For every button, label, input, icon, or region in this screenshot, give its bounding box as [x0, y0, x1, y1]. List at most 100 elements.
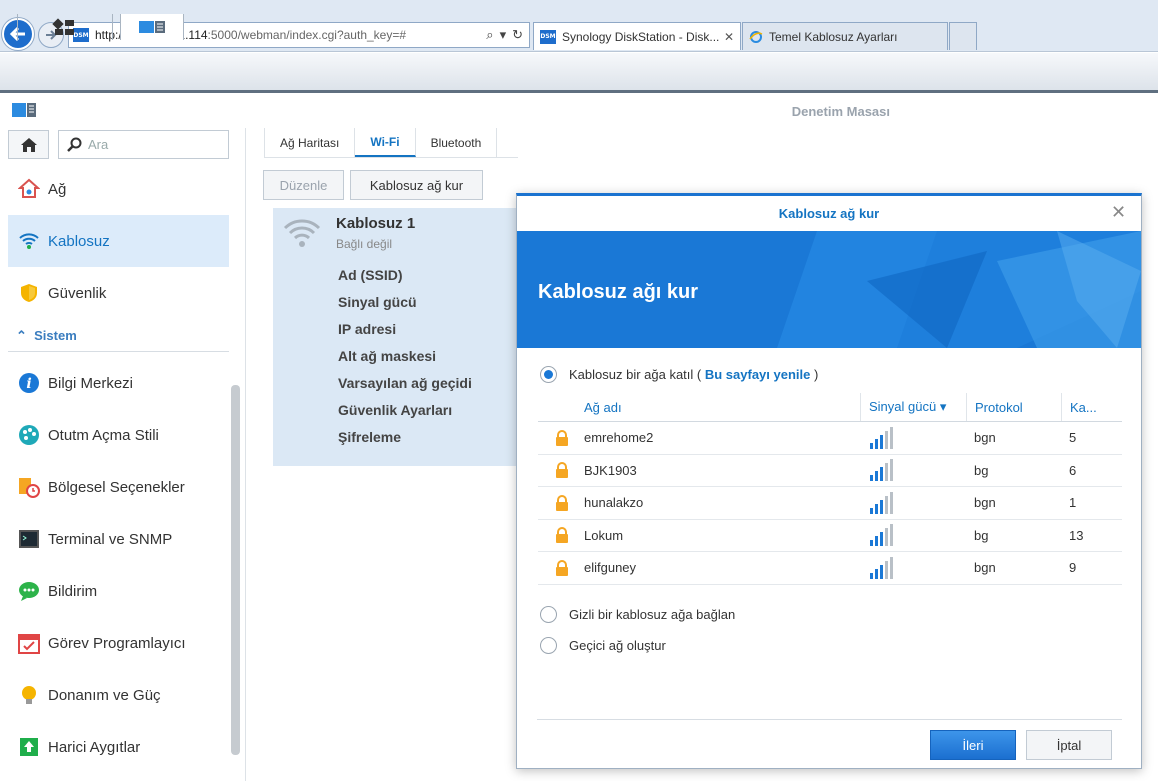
- table-row[interactable]: elifguney bgn 9: [538, 552, 1122, 585]
- signal-bar: [890, 524, 893, 547]
- sidebar-item-label: Terminal ve SNMP: [48, 530, 173, 548]
- sidebar-item-label: Güvenlik: [48, 284, 107, 302]
- next-button[interactable]: İleri: [930, 730, 1016, 760]
- tab-wifi[interactable]: Wi-Fi: [355, 128, 416, 157]
- home-button[interactable]: [8, 130, 49, 159]
- signal-bar: [880, 467, 883, 482]
- lightbulb-icon: [18, 684, 40, 706]
- field-label-security: Güvenlik Ayarları: [338, 402, 453, 418]
- sidebar-item-label: Bölgesel Seçenekler: [48, 478, 185, 496]
- table-row[interactable]: emrehome2 bgn 5: [538, 422, 1122, 455]
- section-label: Sistem: [34, 328, 77, 343]
- sidebar-item-terminal[interactable]: Terminal ve SNMP: [8, 513, 229, 565]
- section-divider: [8, 351, 229, 352]
- refresh-icon[interactable]: ↻: [512, 27, 523, 43]
- sidebar-item-wireless[interactable]: Kablosuz: [8, 215, 229, 267]
- table-row[interactable]: Lokum bg 13: [538, 520, 1122, 552]
- browser-tab-wireless[interactable]: Temel Kablosuz Ayarları: [742, 22, 948, 50]
- signal-bar: [885, 430, 888, 449]
- network-channel: 6: [1069, 462, 1077, 478]
- sidebar-item-info-center[interactable]: i Bilgi Merkezi: [8, 357, 229, 409]
- cancel-button[interactable]: İptal: [1026, 730, 1112, 760]
- sidebar-item-theme[interactable]: Otutm Açma Stili: [8, 409, 229, 461]
- network-name: Lokum: [584, 527, 624, 543]
- column-header-signal[interactable]: Sinyal gücü ▾: [860, 393, 966, 421]
- desktop-icon: [52, 18, 74, 35]
- home-network-icon: [18, 178, 40, 200]
- dropdown-icon[interactable]: ▾: [500, 27, 507, 43]
- control-panel-icon: [139, 21, 165, 33]
- search-icon: [67, 137, 82, 152]
- signal-bar: [870, 442, 873, 449]
- setup-wireless-button[interactable]: Kablosuz ağ kur: [350, 170, 483, 200]
- refresh-page-link[interactable]: Bu sayfayı yenile: [705, 367, 811, 382]
- network-channel: 1: [1069, 495, 1077, 511]
- column-header-channel[interactable]: Ka...: [1061, 393, 1112, 421]
- signal-bar: [885, 528, 888, 547]
- table-row[interactable]: hunalakzo bgn 1: [538, 487, 1122, 520]
- panel-title: Kablosuz 1: [336, 215, 416, 232]
- join-network-radio[interactable]: [540, 366, 557, 383]
- sidebar-item-security[interactable]: Güvenlik: [8, 267, 229, 319]
- taskbar-control-panel-button[interactable]: [120, 14, 184, 40]
- signal-bar: [885, 495, 888, 514]
- signal-bar: [890, 426, 893, 449]
- divider: [264, 157, 518, 158]
- search-icon[interactable]: ⌕: [486, 27, 493, 43]
- field-label-gateway: Varsayılan ağ geçidi: [338, 375, 472, 391]
- sidebar-item-label: Donanım ve Güç: [48, 686, 161, 704]
- sidebar-item-external-devices[interactable]: Harici Aygıtlar: [8, 721, 229, 773]
- field-label-ip: IP adresi: [338, 321, 397, 337]
- adhoc-network-radio[interactable]: [540, 637, 557, 654]
- divider: [245, 128, 246, 781]
- column-header-name[interactable]: Ağ adı: [576, 393, 622, 421]
- tab-bluetooth[interactable]: Bluetooth: [416, 128, 498, 157]
- lock-icon: [555, 552, 569, 584]
- tab-label: Synology DiskStation - Disk...: [562, 29, 720, 44]
- paren-close: ): [813, 367, 819, 382]
- radio-dot: [544, 370, 553, 379]
- signal-strength-icon: [860, 487, 966, 519]
- edit-button[interactable]: Düzenle: [263, 170, 344, 200]
- field-label-signal: Sinyal gücü: [338, 294, 417, 310]
- signal-bar: [890, 459, 893, 482]
- sidebar-item-regional[interactable]: Bölgesel Seçenekler: [8, 461, 229, 513]
- network-name: elifguney: [584, 560, 637, 576]
- search-placeholder: Ara: [88, 137, 109, 152]
- signal-bar: [870, 572, 873, 579]
- sidebar-item-label: Bilgi Merkezi: [48, 374, 134, 392]
- setup-wireless-dialog: Kablosuz ağ kur ✕ Kablosuz ağı kur Kablo…: [516, 193, 1142, 769]
- network-channel: 5: [1069, 430, 1077, 446]
- tab-network-map[interactable]: Ağ Haritası: [264, 128, 356, 157]
- search-input[interactable]: Ara: [58, 130, 229, 159]
- column-header-protocol[interactable]: Protokol: [966, 393, 1061, 421]
- close-tab-icon[interactable]: ✕: [724, 30, 734, 44]
- sidebar-item-task-scheduler[interactable]: Görev Programlayıcı: [8, 617, 229, 669]
- wifi-icon: [18, 230, 40, 252]
- network-protocol: bgn: [974, 560, 996, 576]
- sidebar-item-hardware-power[interactable]: Donanım ve Güç: [8, 669, 229, 721]
- network-channel: 9: [1069, 560, 1077, 576]
- signal-bar: [870, 475, 873, 482]
- network-name: BJK1903: [584, 462, 637, 478]
- sidebar-item-network[interactable]: Ağ: [8, 163, 229, 215]
- browser-tab-dsm[interactable]: DSM Synology DiskStation - Disk... ✕: [533, 22, 741, 50]
- sidebar-scrollbar[interactable]: [231, 385, 240, 755]
- show-desktop-button[interactable]: [17, 14, 113, 40]
- terminal-icon: [18, 528, 40, 550]
- sidebar-item-label: Kablosuz: [48, 232, 110, 250]
- section-header-sistem[interactable]: ⌃ Sistem: [16, 328, 77, 344]
- new-tab-button[interactable]: [949, 22, 977, 50]
- sidebar-item-notification[interactable]: Bildirim: [8, 565, 229, 617]
- network-protocol: bgn: [974, 430, 996, 446]
- network-protocol: bg: [974, 462, 989, 478]
- table-row[interactable]: BJK1903 bg 6: [538, 455, 1122, 487]
- hidden-network-radio[interactable]: [540, 606, 557, 623]
- window-titlebar: [0, 96, 1158, 128]
- close-icon[interactable]: ✕: [1111, 202, 1126, 223]
- control-panel-icon: [12, 103, 36, 117]
- field-label-encryption: Şifreleme: [338, 429, 402, 445]
- network-list: Ağ adı Sinyal gücü ▾ Protokol Ka... emre…: [538, 393, 1122, 585]
- field-label-ssid: Ad (SSID): [338, 267, 403, 283]
- lock-icon: [555, 520, 569, 552]
